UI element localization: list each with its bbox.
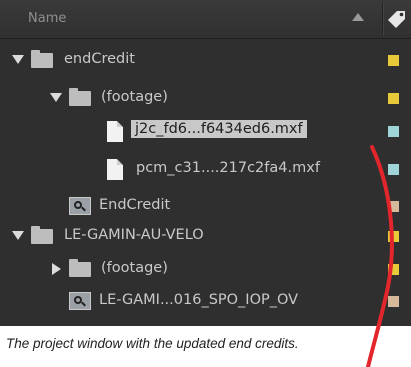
folder-icon <box>31 50 53 68</box>
disclosure-triangle-collapsed-icon[interactable] <box>52 263 61 275</box>
tree-row-pcm-mxf-file[interactable]: pcm_c31....217c2fa4.mxf <box>0 151 411 189</box>
label-color-swatch[interactable] <box>388 264 399 275</box>
disclosure-triangle-expanded-icon[interactable] <box>12 55 24 64</box>
folder-icon <box>69 259 91 277</box>
folder-icon <box>69 88 91 106</box>
item-label: EndCredit <box>99 197 171 213</box>
item-label: pcm_c31....217c2fa4.mxf <box>136 160 320 176</box>
label-color-swatch[interactable] <box>388 296 399 307</box>
item-label-editing[interactable]: j2c_fd6...f6434ed6.mxf <box>131 120 307 138</box>
column-header: Name <box>0 0 411 39</box>
sort-ascending-icon[interactable] <box>352 13 364 21</box>
footage-file-icon <box>107 159 123 180</box>
name-column-header[interactable]: Name <box>28 11 66 26</box>
footage-file-icon <box>107 121 123 142</box>
project-panel: Name endCredit (footage) j2c_fd6...f6434… <box>0 0 411 326</box>
label-tag-icon[interactable] <box>387 9 407 29</box>
tree-row-endcredit-folder[interactable]: endCredit <box>0 42 411 80</box>
label-color-swatch[interactable] <box>388 201 399 212</box>
disclosure-triangle-expanded-icon[interactable] <box>50 93 62 102</box>
label-color-swatch[interactable] <box>388 164 399 175</box>
item-label: LE-GAMI...016_SPO_IOP_OV <box>99 292 299 308</box>
item-label: LE-GAMIN-AU-VELO <box>64 227 204 243</box>
tree-row-j2c-mxf-file[interactable]: j2c_fd6...f6434ed6.mxf <box>0 113 411 151</box>
disclosure-triangle-expanded-icon[interactable] <box>12 231 24 240</box>
item-label: (footage) <box>101 89 168 105</box>
composition-icon <box>69 292 91 310</box>
label-color-swatch[interactable] <box>388 93 399 104</box>
folder-icon <box>31 226 53 244</box>
label-color-swatch[interactable] <box>388 55 399 66</box>
figure-caption: The project window with the updated end … <box>6 336 299 351</box>
composition-icon <box>69 197 91 215</box>
item-label: (footage) <box>101 260 168 276</box>
label-color-swatch[interactable] <box>388 126 399 137</box>
tree-row-le-gamin-composition[interactable]: LE-GAMI...016_SPO_IOP_OV <box>0 283 411 321</box>
column-divider[interactable] <box>382 2 383 36</box>
item-label: endCredit <box>64 51 135 67</box>
label-color-swatch[interactable] <box>388 231 399 242</box>
